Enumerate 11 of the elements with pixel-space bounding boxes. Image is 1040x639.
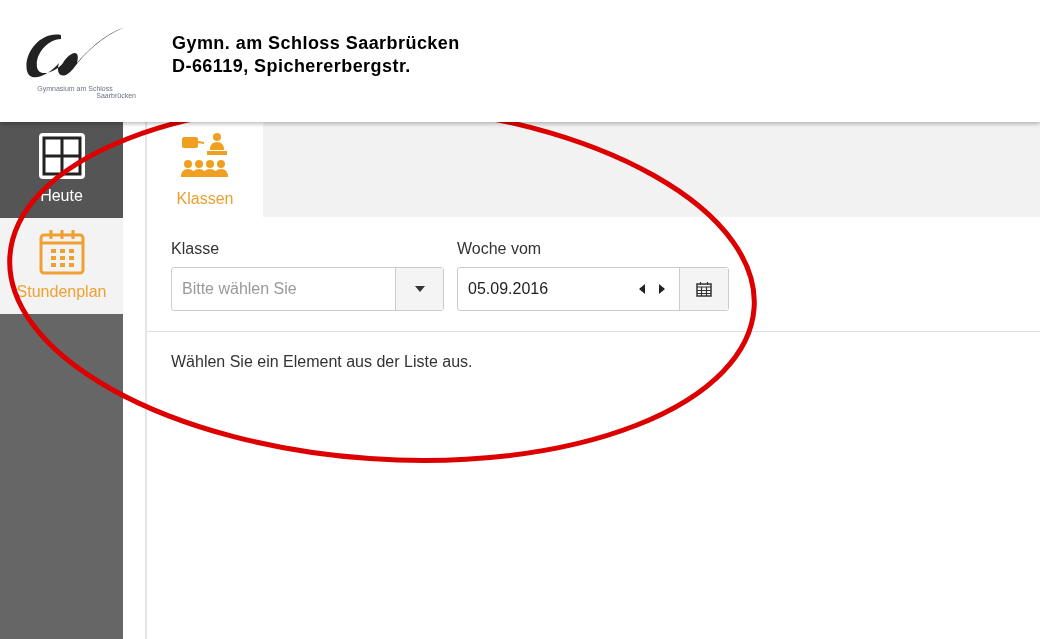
class-dropdown[interactable]: Bitte wählen Sie	[171, 267, 444, 311]
calendar-icon	[37, 228, 86, 276]
caret-icon	[414, 286, 425, 292]
school-name: Gymn. am Schloss Saarbrücken	[172, 32, 460, 55]
sidebar-item[interactable]: Heute	[0, 122, 123, 218]
school-address: D-66119, Spichererbergstr.	[172, 55, 412, 78]
dropdown-input[interactable]: Bitte wählen Sie	[172, 268, 395, 310]
window-grid-icon	[37, 132, 86, 180]
field-label: Klasse	[171, 239, 221, 259]
field-label: Woche vom	[457, 239, 543, 259]
info-message: Wählen Sie ein Element aus der Liste aus.	[170, 352, 474, 372]
